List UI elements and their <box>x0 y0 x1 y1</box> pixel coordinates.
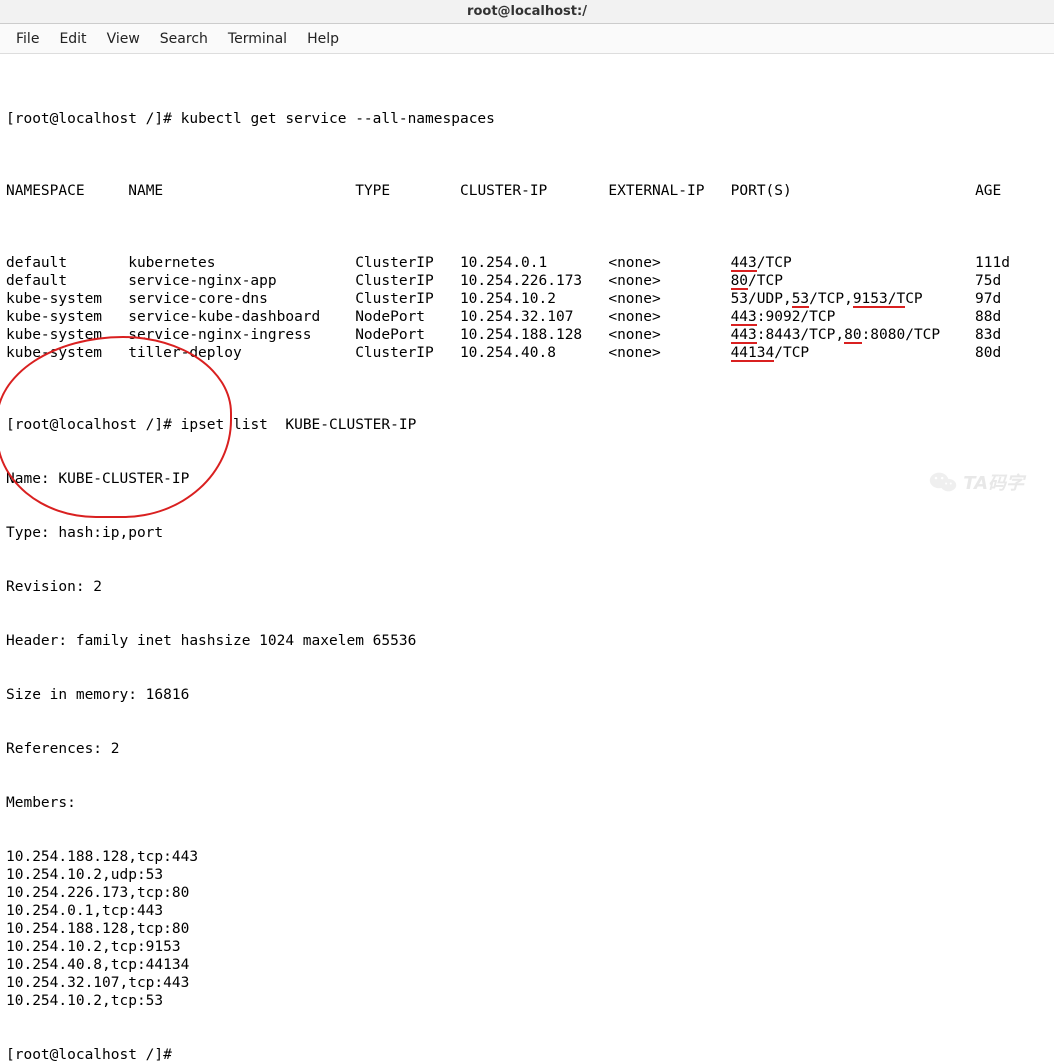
menubar: File Edit View Search Terminal Help <box>0 24 1054 54</box>
ipset-member: 10.254.188.128,tcp:80 <box>6 920 1048 938</box>
menu-search[interactable]: Search <box>150 27 218 51</box>
ipset-size: Size in memory: 16816 <box>6 686 1048 704</box>
window-title: root@localhost:/ <box>467 4 587 19</box>
annotation-underline: 443 <box>731 310 757 326</box>
hdr-ports: PORT(S) <box>731 183 975 199</box>
svc-row: kube-system service-kube-dashboard NodeP… <box>6 308 1048 326</box>
svc-row: default kubernetes ClusterIP 10.254.0.1 … <box>6 254 1048 272</box>
ipset-member: 10.254.226.173,tcp:80 <box>6 884 1048 902</box>
prompt-line: [root@localhost /]# kubectl get service … <box>6 110 1048 128</box>
svc-header: NAMESPACE NAME TYPE CLUSTER-IP EXTERNAL-… <box>6 182 1048 200</box>
annotation-underline: 9153/T <box>853 292 905 308</box>
command-text: kubectl get service --all-namespaces <box>181 111 495 127</box>
ipset-member: 10.254.188.128,tcp:443 <box>6 848 1048 866</box>
hdr-eip: EXTERNAL-IP <box>608 183 730 199</box>
menu-edit[interactable]: Edit <box>49 27 96 51</box>
menu-terminal[interactable]: Terminal <box>218 27 297 51</box>
shell-prompt: [root@localhost /]# <box>6 1047 181 1062</box>
ipset-member: 10.254.10.2,tcp:9153 <box>6 938 1048 956</box>
command-text: ipset list KUBE-CLUSTER-IP <box>181 417 417 433</box>
svc-row: kube-system service-nginx-ingress NodePo… <box>6 326 1048 344</box>
ipset-member: 10.254.10.2,udp:53 <box>6 866 1048 884</box>
window-titlebar: root@localhost:/ <box>0 0 1054 24</box>
ipset-revision: Revision: 2 <box>6 578 1048 596</box>
hdr-cip: CLUSTER-IP <box>460 183 608 199</box>
ipset-header: Header: family inet hashsize 1024 maxele… <box>6 632 1048 650</box>
ipset-type: Type: hash:ip,port <box>6 524 1048 542</box>
ipset-members-label: Members: <box>6 794 1048 812</box>
prompt-line: [root@localhost /]# ipset list KUBE-CLUS… <box>6 416 1048 434</box>
annotation-underline: 443 <box>731 328 757 344</box>
ipset-member: 10.254.40.8,tcp:44134 <box>6 956 1048 974</box>
hdr-ns: NAMESPACE <box>6 183 128 199</box>
ipset-name: Name: KUBE-CLUSTER-IP <box>6 470 1048 488</box>
hdr-age: AGE <box>975 183 1001 199</box>
hdr-type: TYPE <box>355 183 460 199</box>
annotation-underline: 80 <box>731 274 748 290</box>
hdr-name: NAME <box>128 183 355 199</box>
annotation-underline: 443 <box>731 256 757 272</box>
menu-view[interactable]: View <box>97 27 150 51</box>
shell-prompt: [root@localhost /]# <box>6 417 181 433</box>
ipset-member: 10.254.0.1,tcp:443 <box>6 902 1048 920</box>
ipset-refs: References: 2 <box>6 740 1048 758</box>
prompt-line: [root@localhost /]# <box>6 1046 1048 1062</box>
annotation-underline: 80 <box>844 328 861 344</box>
annotation-underline: 53 <box>792 292 809 308</box>
svc-row: kube-system service-core-dns ClusterIP 1… <box>6 290 1048 308</box>
svc-row: default service-nginx-app ClusterIP 10.2… <box>6 272 1048 290</box>
annotation-underline: 44134 <box>731 346 775 362</box>
terminal-area[interactable]: [root@localhost /]# kubectl get service … <box>0 54 1054 1062</box>
ipset-member: 10.254.32.107,tcp:443 <box>6 974 1048 992</box>
shell-prompt: [root@localhost /]# <box>6 111 181 127</box>
menu-help[interactable]: Help <box>297 27 349 51</box>
ipset-member: 10.254.10.2,tcp:53 <box>6 992 1048 1010</box>
svc-row: kube-system tiller-deploy ClusterIP 10.2… <box>6 344 1048 362</box>
menu-file[interactable]: File <box>6 27 49 51</box>
